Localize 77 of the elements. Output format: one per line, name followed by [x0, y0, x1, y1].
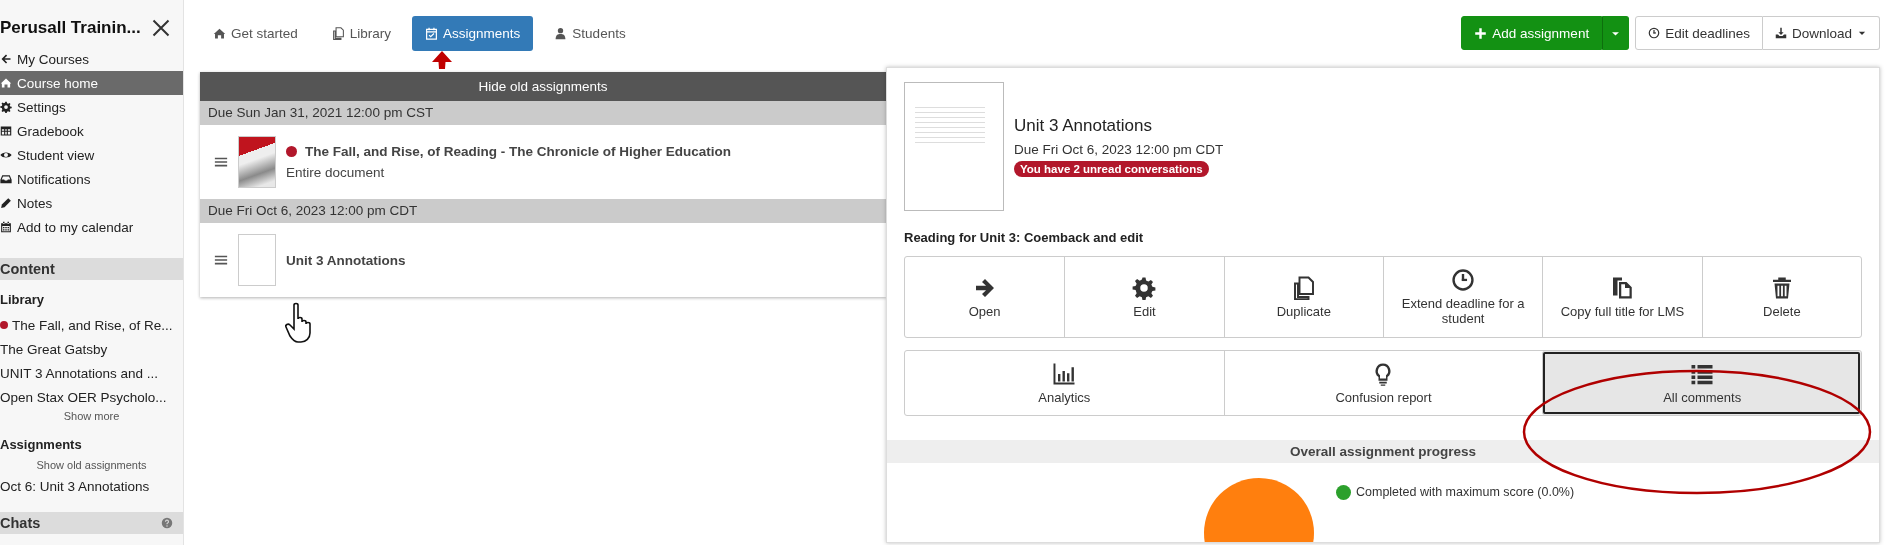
unread-conversations-badge[interactable]: You have 2 unread conversations: [1014, 161, 1209, 177]
assignment-subtitle: Entire document: [286, 165, 386, 180]
help-icon: [161, 517, 173, 529]
legend-label: Completed with maximum score (0.0%): [1356, 485, 1575, 499]
settings-icon: [0, 101, 12, 113]
calendar-check-icon: [425, 26, 439, 40]
documents-icon: [1610, 275, 1635, 300]
bar-chart-icon: [1052, 361, 1077, 386]
document-thumbnail: [238, 136, 276, 188]
drag-handle-icon: [214, 155, 228, 169]
close-icon: [151, 18, 171, 38]
show-more-link[interactable]: Show more: [0, 409, 183, 425]
inbox-icon: [0, 173, 12, 185]
assignment-title[interactable]: Unit 3 Annotations: [286, 252, 406, 268]
document-thumbnail: [238, 234, 276, 286]
section-subheading: Assignments: [0, 437, 83, 452]
assignment-item[interactable]: Oct 6: Unit 3 Annotations: [0, 474, 183, 498]
action-button[interactable]: Duplicate: [1223, 257, 1383, 337]
view-button[interactable]: All comments: [1542, 351, 1861, 415]
assignment-title[interactable]: The Fall, and Rise, of Reading - The Chronicle of Higher Education: [305, 144, 732, 159]
due-date-header: Due Sun Jan 31, 2021 12:00 pm CST: [200, 101, 886, 125]
section-header: Content: [0, 258, 183, 280]
section-header: Chats: [0, 512, 183, 534]
sidebar-item[interactable]: Settings: [0, 95, 183, 119]
assignment-row[interactable]: The Fall, and Rise, of Reading - The Chronicle of Higher Education Entire document: [200, 125, 886, 199]
home-icon: [213, 26, 226, 40]
nav-tab[interactable]: Students: [541, 15, 639, 51]
show-old-assignments-link[interactable]: Show old assignments: [0, 458, 183, 474]
action-button[interactable]: Open: [905, 257, 1065, 337]
edit-deadlines-button[interactable]: Edit deadlines: [1635, 16, 1763, 50]
close-button[interactable]: [151, 18, 171, 38]
sidebar-item[interactable]: Notifications: [0, 167, 183, 191]
section-subheading: Library: [0, 292, 46, 307]
sidebar-item[interactable]: Add to my calendar: [0, 215, 183, 239]
view-button[interactable]: Analytics: [905, 351, 1224, 415]
copy-icon: [331, 26, 345, 40]
assignment-title: Unit 3 Annotations: [1014, 116, 1153, 136]
nav-tab[interactable]: Assignments: [412, 15, 534, 51]
progress-heading: Overall assignment progress: [887, 440, 1879, 463]
assignment-row[interactable]: Unit 3 Annotations: [200, 223, 886, 297]
table-icon: [0, 125, 12, 137]
course-title: Perusall Trainin...: [0, 18, 141, 38]
nav-tab[interactable]: Library: [318, 15, 405, 51]
sidebar-item[interactable]: My Courses: [0, 47, 183, 71]
user-icon: [554, 26, 568, 40]
copy-icon: [1291, 275, 1316, 300]
library-item[interactable]: Open Stax OER Psycholo...: [0, 385, 183, 409]
due-date-header: Due Fri Oct 6, 2023 12:00 pm CDT: [200, 199, 886, 223]
add-assignment-dropdown[interactable]: [1602, 16, 1630, 50]
download-icon: [1774, 27, 1787, 39]
pencil-icon: [0, 197, 12, 209]
clock-icon: [1451, 268, 1476, 292]
library-item[interactable]: The Fall, and Rise, of Re...: [0, 313, 183, 337]
calendar-icon: [0, 221, 12, 233]
action-button[interactable]: Delete: [1701, 257, 1861, 337]
action-button[interactable]: Copy full title for LMS: [1542, 257, 1702, 337]
drag-handle-icon: [214, 253, 228, 267]
nav-tab[interactable]: Get started: [200, 15, 311, 51]
sidebar-item[interactable]: Course home: [0, 71, 183, 95]
clock-icon: [1648, 27, 1661, 39]
sidebar-item[interactable]: Student view: [0, 143, 183, 167]
hide-old-assignments-bar[interactable]: Hide old assignments: [200, 72, 886, 101]
sidebar-item[interactable]: Notes: [0, 191, 183, 215]
plus-icon: [1474, 26, 1488, 40]
annotation-arrow: [431, 50, 453, 70]
settings-icon: [1132, 275, 1157, 300]
due-date: Due Fri Oct 6, 2023 12:00 pm CDT: [1014, 142, 1224, 157]
library-item[interactable]: The Great Gatsby: [0, 337, 183, 361]
arrow-left-icon: [0, 53, 12, 65]
home-icon: [0, 77, 12, 89]
add-assignment-button[interactable]: Add assignment: [1461, 16, 1603, 50]
reading-title: Reading for Unit 3: Coemback and edit: [904, 230, 1145, 245]
library-item[interactable]: UNIT 3 Annotations and ...: [0, 361, 183, 385]
action-button[interactable]: Extend deadline for a student: [1383, 257, 1543, 337]
sidebar-item[interactable]: Gradebook: [0, 119, 183, 143]
action-button[interactable]: Edit: [1064, 257, 1224, 337]
download-button[interactable]: Download: [1762, 16, 1880, 50]
